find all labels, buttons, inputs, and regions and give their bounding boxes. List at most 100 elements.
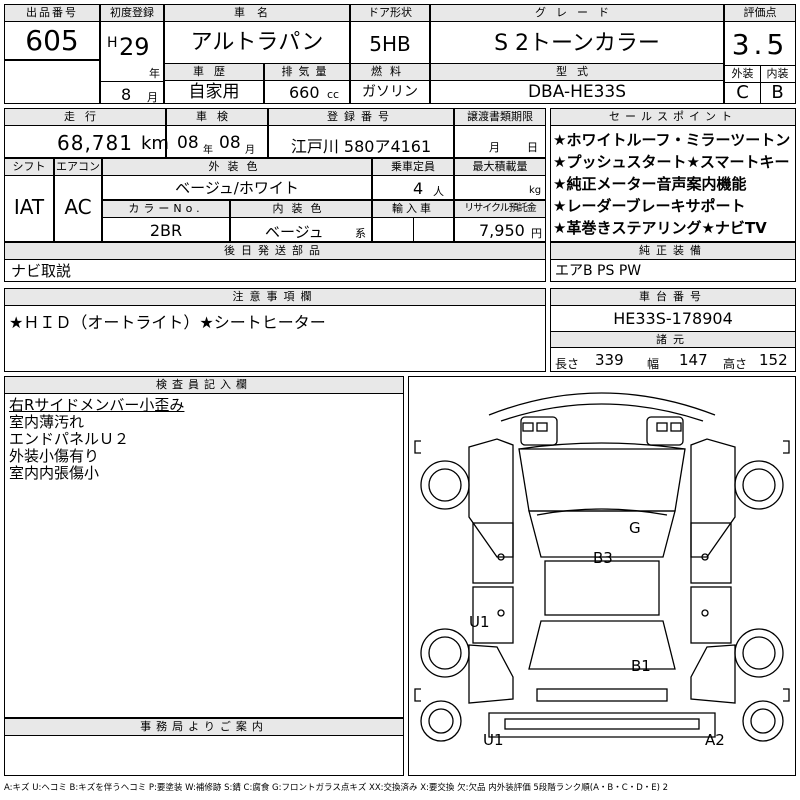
fuel-label: 燃料 (351, 64, 429, 81)
history-box: 車歴 自家用 (164, 63, 264, 104)
rating-label: 評価点 (725, 5, 795, 22)
int-color-box: 内装色 ベージュ 系 (230, 200, 372, 242)
reg-no-label: 登録番号 (269, 109, 453, 126)
color-no: 2BR (149, 221, 183, 240)
selling-points-label: セールスポイント (551, 109, 795, 126)
aircon-label: エアコン (55, 159, 101, 176)
import-box: 輸入車 (372, 200, 454, 242)
length: 339 (595, 351, 624, 369)
mileage-box: 走行 68,781 km (4, 108, 169, 158)
interior-grade: B (771, 82, 784, 103)
recycle-label: リサイクル預託金 (455, 201, 545, 218)
length-label: 長さ (555, 357, 580, 371)
first-reg-year: 29 (119, 33, 150, 61)
mark-u1-side: U1 (469, 613, 490, 631)
exterior-grade: C (736, 82, 749, 103)
interior-label: 内装 (766, 67, 789, 80)
reg-no-box: 登録番号 江戸川 580ア4161 (268, 108, 454, 158)
displacement-box: 排気量 660 cc (264, 63, 350, 104)
door-box: ドア形状 5HB (350, 4, 430, 64)
mark-a2: A2 (705, 731, 725, 749)
capacity-unit: 人 (433, 185, 444, 198)
inspector-label: 検査員記入欄 (5, 377, 403, 394)
notes-label: 注意事項欄 (5, 289, 545, 306)
chassis-label: 車台番号 (551, 289, 795, 306)
int-color-label: 内装色 (231, 201, 371, 218)
max-load-box: 最大積載量 kg (454, 158, 546, 200)
grade-box: グレード S 2トーンカラー (430, 4, 724, 64)
car-name: アルトラパン (190, 30, 324, 55)
model-code: DBA-HE33S (527, 82, 627, 102)
inspector-note-2: 室内薄汚れ (9, 413, 85, 431)
displacement-unit: cc (327, 88, 340, 101)
genuine: エアB PS PW (555, 263, 642, 279)
selling-point-5: ★革巻きステアリング★ナビTV (553, 219, 767, 237)
import-label: 輸入車 (373, 201, 453, 218)
dims-label: 諸元 (551, 331, 795, 348)
car-name-label: 車名 (165, 5, 349, 22)
inspector-note-4: 外装小傷有り (9, 447, 100, 465)
first-reg-era: H (107, 35, 118, 51)
rating-box: 評価点 3.5 外装 内装 C B (724, 4, 796, 104)
color-no-label: カラーNo. (103, 201, 229, 218)
door-type: 5HB (369, 32, 411, 56)
ext-color: ベージュ/ホワイト (175, 179, 299, 197)
grade: S 2トーンカラー (494, 31, 660, 56)
office-box: 事務局よりご案内 (4, 718, 404, 776)
inspection-month-unit: 月 (245, 145, 255, 156)
selling-points-box: セールスポイント ★ホワイトルーフ・ミラーツートン ★プッシュスタート★スマート… (550, 108, 796, 242)
lot-number-label: 出品番号 (5, 5, 99, 22)
later-parts-box: 後日発送部品 ナビ取説 (4, 242, 546, 282)
inspection-month: 08 (219, 133, 241, 153)
transfer-box: 譲渡書類期限 月 日 (454, 108, 546, 158)
notes-box: 注意事項欄 ★ＨＩＤ（オートライト）★シートヒーター (4, 288, 546, 372)
inspector-note-1: 右Rサイドメンバー小歪み (9, 396, 185, 414)
history-label: 車歴 (165, 64, 263, 81)
grade-label: グレード (431, 5, 723, 22)
first-reg-label: 初度登録 (101, 5, 163, 22)
recycle-unit: 円 (531, 227, 542, 240)
car-name-box: 車名 アルトラパン (164, 4, 350, 64)
shift-label: シフト (5, 159, 53, 176)
mileage-label: 走行 (5, 109, 165, 126)
max-load-label: 最大積載量 (455, 159, 545, 176)
notes: ★ＨＩＤ（オートライト）★シートヒーター (9, 313, 326, 332)
inspection-box: 車検 08 年 08 月 (166, 108, 268, 158)
selling-point-3: ★純正メーター音声案内機能 (553, 175, 747, 193)
transfer-month-unit: 月 (489, 141, 500, 154)
inspector-note-5: 室内内張傷小 (9, 464, 100, 482)
genuine-label: 純正装備 (551, 243, 795, 260)
selling-point-2: ★プッシュスタート★スマートキー (553, 153, 790, 171)
reg-no: 江戸川 580ア4161 (290, 137, 432, 156)
color-no-box: カラーNo. 2BR (102, 200, 230, 242)
office-label: 事務局よりご案内 (5, 719, 403, 736)
capacity: 4 (413, 179, 424, 198)
fuel-box: 燃料 ガソリン (350, 63, 430, 104)
damage-diagram: G B3 U1 B1 U1 A2 (408, 376, 796, 776)
mark-u1-rear: U1 (483, 731, 504, 749)
shift: IAT (13, 195, 45, 219)
width-label: 幅 (647, 357, 660, 371)
ext-color-box: 外装色 ベージュ/ホワイト (102, 158, 372, 200)
first-reg-month-unit: 月 (147, 91, 158, 104)
max-load-unit: kg (529, 185, 542, 196)
displacement-label: 排気量 (265, 64, 349, 81)
genuine-box: 純正装備 エアB PS PW (550, 242, 796, 282)
history: 自家用 (188, 82, 240, 102)
fuel: ガソリン (362, 84, 418, 100)
model-label: 型式 (431, 64, 723, 81)
width: 147 (679, 351, 708, 369)
int-color-unit: 系 (355, 227, 366, 240)
lot-extra-box (4, 60, 100, 104)
legend: A:キズ U:ヘコミ B:キズを伴うヘコミ P:要塗装 W:補修跡 S:錆 C:… (4, 783, 669, 793)
lot-number-box: 出品番号 605 (4, 4, 100, 60)
inspection-year-unit: 年 (203, 145, 213, 156)
transfer-label: 譲渡書類期限 (455, 109, 545, 126)
shift-box: シフト IAT (4, 158, 54, 242)
chassis-box: 車台番号 HE33S-178904 諸元 長さ 339 幅 147 高さ 152 (550, 288, 796, 372)
inspection-label: 車検 (167, 109, 267, 126)
mileage-unit: km (141, 133, 169, 154)
first-reg-year-unit: 年 (149, 67, 160, 80)
aircon-box: エアコン AC (54, 158, 102, 242)
mark-g: G (629, 519, 641, 537)
